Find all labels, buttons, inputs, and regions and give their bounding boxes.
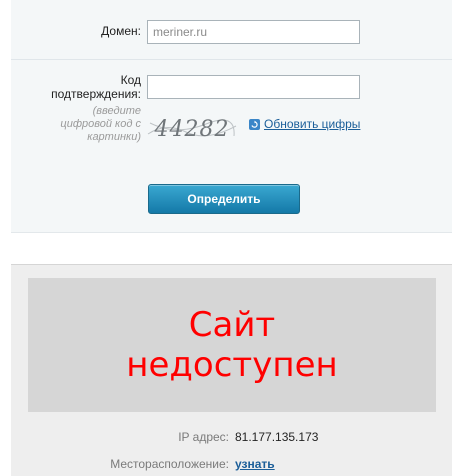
code-hint: (введите цифровой код с картинки): [60, 105, 141, 144]
refresh-icon: [249, 118, 260, 130]
code-label: Код подтверждения:: [51, 73, 141, 101]
code-label-line1: Код: [120, 73, 141, 87]
location-link[interactable]: узнать: [235, 457, 275, 471]
location-label: Месторасположение:: [110, 457, 229, 471]
result-status-line1: Сайт: [188, 305, 276, 345]
ip-label: IP адрес:: [178, 430, 229, 444]
form-divider: [11, 59, 452, 60]
domain-input[interactable]: [147, 20, 360, 44]
code-hint-line2: цифровой код с: [60, 118, 141, 130]
refresh-captcha-link[interactable]: Обновить цифры: [249, 117, 360, 131]
ip-value: 81.177.135.173: [235, 430, 319, 444]
submit-button[interactable]: Определить: [148, 184, 300, 214]
result-status-box: Сайт недоступен: [28, 278, 436, 412]
domain-label: Домен:: [101, 24, 141, 38]
captcha-image: 44282: [147, 117, 237, 142]
code-hint-line1: (введите: [92, 105, 141, 117]
code-input[interactable]: [147, 75, 360, 99]
refresh-captcha-label[interactable]: Обновить цифры: [264, 117, 360, 131]
code-label-line2: подтверждения:: [51, 87, 141, 101]
form-bottom-border: [11, 232, 452, 233]
result-status-line2: недоступен: [126, 345, 338, 385]
result-status: Сайт недоступен: [126, 305, 337, 385]
code-hint-line3: картинки): [87, 131, 141, 143]
captcha-text: 44282: [154, 117, 230, 142]
